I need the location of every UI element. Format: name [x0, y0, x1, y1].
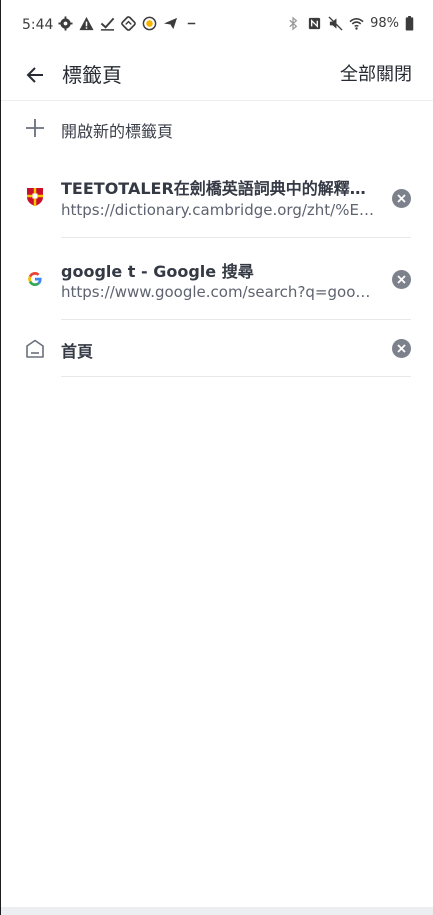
minus-icon — [187, 22, 196, 25]
tab-title: TEETOTALER在劍橋英語詞典中的解釋及翻譯 — [61, 179, 376, 198]
status-bar: 5:44 98% — [1, 0, 433, 50]
sync-icon — [121, 16, 136, 31]
wifi-icon — [349, 18, 364, 30]
settings-icon — [58, 16, 73, 31]
cambridge-icon — [25, 187, 45, 207]
google-icon — [25, 269, 45, 289]
status-system-icons: 98% — [286, 16, 414, 31]
close-all-button[interactable]: 全部關閉 — [340, 60, 412, 86]
divider — [61, 319, 411, 320]
check-icon — [100, 17, 115, 31]
tab-url: https://www.google.com/search?q=google+t — [61, 283, 376, 301]
warning-icon — [79, 16, 94, 31]
page-title: 標籤頁 — [62, 63, 122, 87]
tab-item[interactable]: TEETOTALER在劍橋英語詞典中的解釋及翻譯 https://diction… — [1, 166, 433, 238]
open-new-tab-button[interactable]: 開啟新的標籤頁 — [1, 106, 433, 152]
close-icon — [397, 344, 406, 353]
nfc-icon — [308, 17, 321, 30]
status-notification-icons — [58, 16, 199, 31]
navigation-bar — [1, 907, 433, 915]
battery-percentage: 98% — [370, 16, 399, 31]
tab-item[interactable]: google t - Google 搜尋 https://www.google.… — [1, 248, 433, 320]
divider — [61, 237, 411, 238]
status-time: 5:44 — [22, 17, 54, 33]
mute-icon — [328, 16, 343, 31]
tab-title: google t - Google 搜尋 — [61, 262, 254, 281]
app-bar: 標籤頁 全部關閉 — [1, 50, 433, 101]
open-new-tab-label: 開啟新的標籤頁 — [61, 122, 174, 141]
bluetooth-icon — [289, 16, 298, 31]
close-tab-button[interactable] — [392, 339, 411, 358]
close-icon — [397, 275, 406, 284]
close-tab-button[interactable] — [392, 270, 411, 289]
send-icon — [163, 17, 178, 30]
tab-title: 首頁 — [61, 342, 94, 361]
divider — [61, 376, 411, 377]
home-icon — [25, 339, 45, 359]
back-button[interactable] — [20, 60, 50, 90]
plus-icon — [26, 119, 44, 137]
back-arrow-icon — [26, 67, 43, 83]
tab-url: https://dictionary.cambridge.org/zht/%E8… — [61, 201, 376, 219]
close-icon — [397, 194, 406, 203]
tab-item[interactable]: 首頁 — [1, 328, 433, 376]
screen: 5:44 98% 標籤頁 全部關閉 開啟新的標籤頁 TEETOTALER在劍橋英… — [0, 0, 433, 915]
close-tab-button[interactable] — [392, 189, 411, 208]
vpn-icon — [142, 16, 157, 31]
battery-icon — [405, 16, 414, 31]
